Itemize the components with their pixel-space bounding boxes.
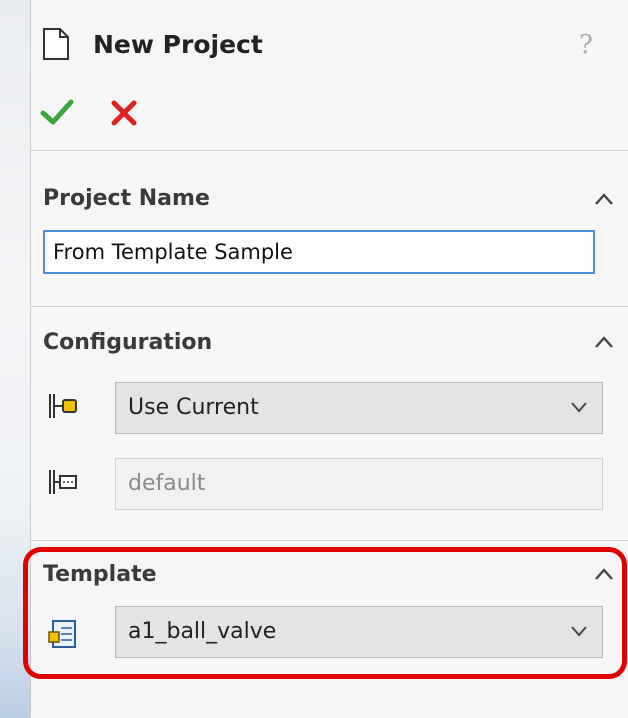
separator (31, 150, 628, 151)
configuration-dropdown[interactable]: Use Current (115, 382, 603, 434)
template-dropdown[interactable]: a1_ball_valve (115, 606, 603, 658)
template-selected-value: a1_ball_valve (128, 619, 277, 644)
chevron-down-icon (571, 402, 587, 413)
document-icon (43, 28, 69, 60)
configuration-name-field: default (115, 458, 603, 510)
configuration-collapse-icon[interactable] (593, 335, 615, 349)
template-icon (48, 620, 76, 648)
page-title: New Project (93, 30, 263, 59)
cancel-x-button[interactable] (107, 96, 141, 130)
configuration-section-title: Configuration (43, 330, 213, 355)
property-manager-panel: New Project ? Project Name From Template… (23, 0, 628, 718)
configuration-name-icon (49, 470, 77, 494)
ok-checkmark-button[interactable] (39, 94, 75, 130)
separator (31, 306, 628, 307)
help-button[interactable]: ? (579, 30, 593, 60)
template-collapse-icon[interactable] (593, 567, 615, 581)
separator (31, 540, 628, 541)
project-name-collapse-icon[interactable] (593, 192, 615, 206)
graphics-area-background (0, 0, 30, 718)
chevron-down-icon (571, 626, 587, 637)
panel-header: New Project ? (31, 0, 628, 150)
configuration-icon (49, 394, 77, 418)
template-section-title: Template (43, 562, 157, 587)
project-name-section-title: Project Name (43, 186, 210, 211)
configuration-selected-value: Use Current (128, 395, 259, 420)
project-name-input[interactable]: From Template Sample (43, 230, 595, 274)
